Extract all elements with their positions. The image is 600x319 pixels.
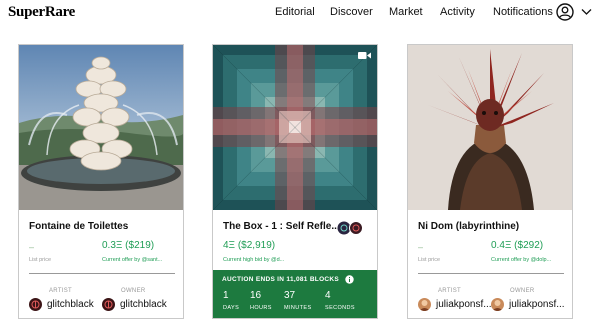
avatar bbox=[29, 297, 42, 311]
offer-label[interactable]: Current offer by @dolp... bbox=[491, 257, 569, 263]
user-circle-icon[interactable] bbox=[556, 3, 574, 21]
owner-label: OWNER bbox=[121, 288, 146, 294]
divider bbox=[418, 273, 564, 274]
artist-link[interactable]: glitchblack bbox=[29, 297, 94, 311]
bid-label[interactable]: Current high bid by @d... bbox=[223, 257, 284, 263]
nav-activity[interactable]: Activity bbox=[440, 6, 475, 18]
info-icon[interactable] bbox=[345, 275, 354, 284]
collaborator-avatars[interactable] bbox=[337, 221, 365, 235]
avatar bbox=[418, 297, 431, 311]
list-price: – bbox=[29, 242, 35, 252]
nav-notifications[interactable]: Notifications bbox=[493, 6, 553, 18]
offer-price: 0.3Ξ ($219) bbox=[102, 240, 155, 251]
offer-price: 0.4Ξ ($292) bbox=[491, 240, 544, 251]
countdown-hours-value: 16 bbox=[250, 290, 262, 301]
list-price-label: List price bbox=[29, 257, 52, 263]
divider bbox=[29, 273, 175, 274]
owner-link[interactable]: juliakponsf... bbox=[491, 297, 565, 311]
avatar bbox=[491, 297, 504, 311]
artwork-image-fountain[interactable] bbox=[19, 45, 183, 210]
owner-name: glitchblack bbox=[120, 298, 167, 310]
superrare-logo[interactable]: SuperRare bbox=[8, 4, 75, 21]
artwork-card-2[interactable]: The Box - 1 : Self Refle... 4Ξ ($2,919) … bbox=[212, 44, 378, 319]
countdown-days-value: 1 bbox=[223, 290, 229, 301]
artwork-image-ni-dom[interactable] bbox=[408, 45, 572, 210]
countdown-minutes-label: MINUTES bbox=[284, 305, 312, 311]
artist-label: ARTIST bbox=[49, 288, 73, 294]
nav-editorial[interactable]: Editorial bbox=[275, 6, 315, 18]
artwork-card-3[interactable]: Ni Dom (labyrinthine) – 0.4Ξ ($292) List… bbox=[407, 44, 573, 319]
list-price: – bbox=[418, 242, 424, 252]
artwork-title[interactable]: Fontaine de Toilettes bbox=[29, 221, 128, 232]
artist-name: glitchblack bbox=[47, 298, 94, 310]
avatar bbox=[102, 297, 115, 311]
artist-link[interactable]: juliakponsf... bbox=[418, 297, 492, 311]
artwork-title[interactable]: Ni Dom (labyrinthine) bbox=[418, 221, 519, 232]
artist-label: ARTIST bbox=[438, 288, 462, 294]
nav-market[interactable]: Market bbox=[389, 6, 423, 18]
countdown-hours-label: HOURS bbox=[250, 305, 272, 311]
bid-price: 4Ξ ($2,919) bbox=[223, 240, 276, 251]
countdown-seconds-label: SECONDS bbox=[325, 305, 355, 311]
nav-discover[interactable]: Discover bbox=[330, 6, 373, 18]
list-price-label: List price bbox=[418, 257, 441, 263]
countdown-days-label: DAYS bbox=[223, 305, 240, 311]
owner-link[interactable]: glitchblack bbox=[102, 297, 167, 311]
owner-name: juliakponsf... bbox=[509, 298, 565, 310]
video-camera-icon bbox=[358, 52, 371, 59]
offer-label[interactable]: Current offer by @sant... bbox=[102, 257, 180, 263]
top-nav: SuperRare Editorial Discover Market Acti… bbox=[0, 0, 600, 24]
artwork-image-the-box[interactable] bbox=[213, 45, 377, 210]
auction-countdown: AUCTION ENDS IN 11,081 BLOCKS 1 DAYS 16 … bbox=[213, 270, 377, 318]
countdown-minutes-value: 37 bbox=[284, 290, 296, 301]
owner-label: OWNER bbox=[510, 288, 535, 294]
auction-title: AUCTION ENDS IN 11,081 BLOCKS bbox=[222, 276, 340, 283]
artist-name: juliakponsf... bbox=[436, 298, 492, 310]
countdown-seconds-value: 4 bbox=[325, 290, 331, 301]
chevron-down-icon[interactable] bbox=[581, 7, 592, 16]
artwork-card-1[interactable]: Fontaine de Toilettes – 0.3Ξ ($219) List… bbox=[18, 44, 184, 319]
artwork-title[interactable]: The Box - 1 : Self Refle... bbox=[223, 221, 340, 232]
